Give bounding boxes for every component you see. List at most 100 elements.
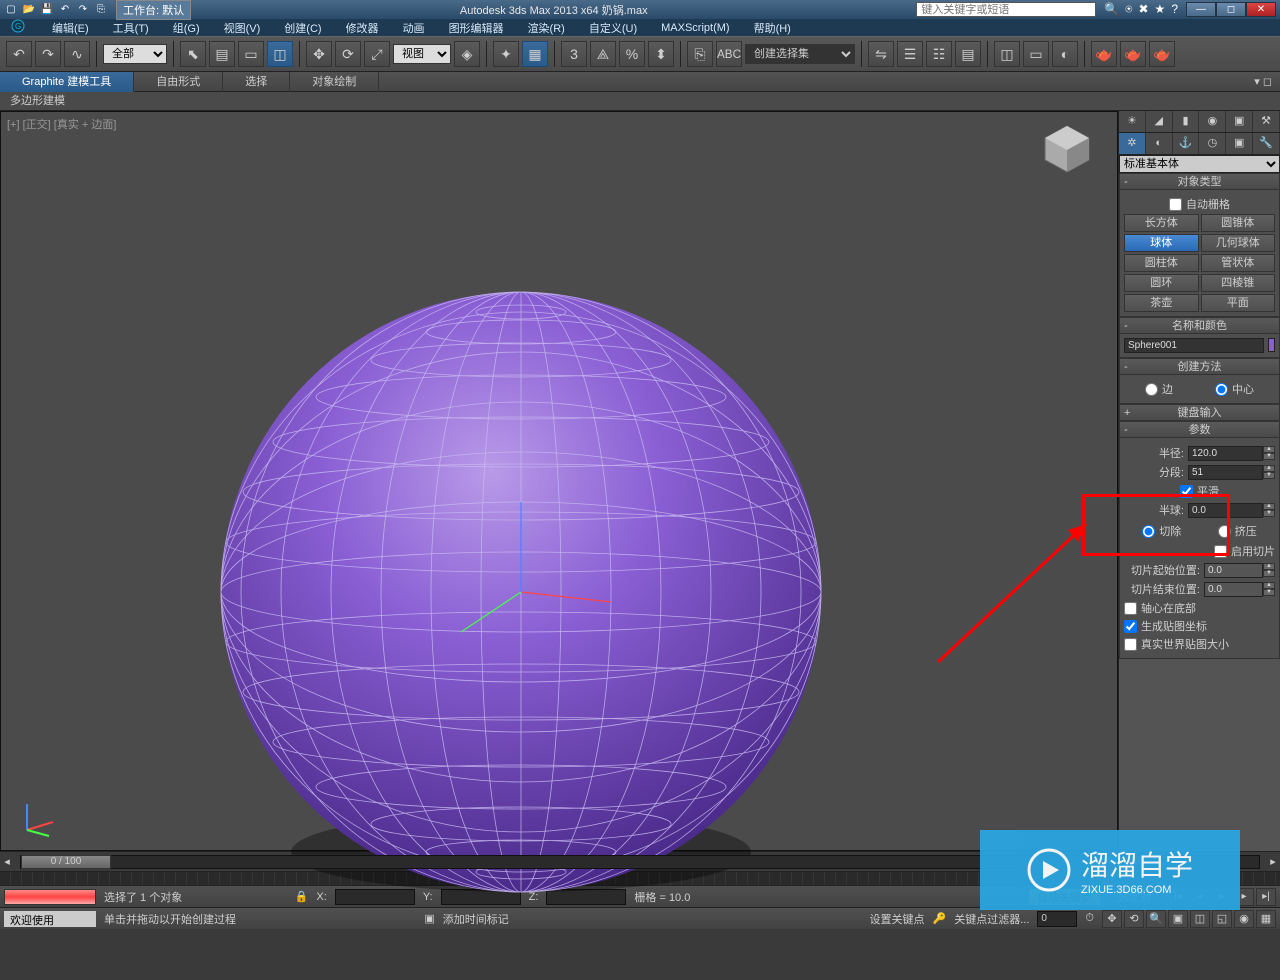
- layers-button[interactable]: ☷: [926, 41, 952, 67]
- move-button[interactable]: ✥: [306, 41, 332, 67]
- geosphere-button[interactable]: 几何球体: [1201, 234, 1276, 252]
- redo-icon[interactable]: ↷: [76, 3, 90, 17]
- maximize-button[interactable]: ◻: [1216, 2, 1246, 17]
- new-icon[interactable]: ▢: [4, 3, 18, 17]
- help-search-input[interactable]: [916, 2, 1096, 17]
- window-crossing-button[interactable]: ◫: [267, 41, 293, 67]
- menu-rendering[interactable]: 渲染(R): [516, 20, 577, 36]
- favorite-icon[interactable]: ★: [1155, 2, 1166, 17]
- named-selection-dropdown[interactable]: 创建选择集: [745, 44, 855, 64]
- current-frame-input[interactable]: [1037, 911, 1077, 927]
- fov-button[interactable]: ◫: [1190, 910, 1210, 928]
- link-icon[interactable]: ⎘: [94, 3, 108, 17]
- mirror-button[interactable]: ⇋: [868, 41, 894, 67]
- time-slider-left[interactable]: ◂: [0, 855, 14, 868]
- time-config-icon[interactable]: ⏱: [1085, 912, 1094, 925]
- menu-customize[interactable]: 自定义(U): [577, 20, 649, 36]
- save-icon[interactable]: 💾: [40, 3, 54, 17]
- hierarchy-tab[interactable]: ⚓: [1173, 133, 1200, 154]
- menu-views[interactable]: 视图(V): [212, 20, 273, 36]
- viewport-label[interactable]: [+] [正交] [真实 + 边面]: [7, 116, 116, 132]
- timeline-minitrack[interactable]: [4, 889, 96, 905]
- teapot-button[interactable]: 茶壶: [1124, 294, 1199, 312]
- close-button[interactable]: ✕: [1246, 2, 1276, 17]
- select-object-button[interactable]: ⬉: [180, 41, 206, 67]
- motion-tab[interactable]: ◷: [1199, 133, 1226, 154]
- segments-spinner[interactable]: ▲▼: [1263, 465, 1275, 479]
- undo-icon[interactable]: ↶: [58, 3, 72, 17]
- menu-create[interactable]: 创建(C): [272, 20, 333, 36]
- slice-on-checkbox[interactable]: [1214, 545, 1227, 558]
- render-button[interactable]: 🫖: [1149, 41, 1175, 67]
- zoom-button[interactable]: 🔍: [1146, 910, 1166, 928]
- real-world-checkbox[interactable]: [1124, 638, 1137, 651]
- schematic-button[interactable]: ▭: [1023, 41, 1049, 67]
- search-icon[interactable]: 🔍: [1104, 2, 1119, 17]
- orbit-button[interactable]: ◉: [1234, 910, 1254, 928]
- lighting-icon[interactable]: ☀: [1119, 111, 1146, 132]
- gen-uv-checkbox[interactable]: [1124, 620, 1137, 633]
- ref-coord-dropdown[interactable]: 视图: [393, 44, 451, 64]
- angle-snap-button[interactable]: ⟁: [590, 41, 616, 67]
- pyramid-button[interactable]: 四棱锥: [1201, 274, 1276, 292]
- scale-button[interactable]: ⤢: [364, 41, 390, 67]
- select-manip-button[interactable]: ✦: [493, 41, 519, 67]
- radius-input[interactable]: [1188, 446, 1263, 461]
- frame-icon[interactable]: ▣: [1226, 111, 1253, 132]
- ribbon-tab-paint[interactable]: 对象绘制: [290, 72, 379, 92]
- selection-filter-dropdown[interactable]: 全部: [103, 44, 167, 64]
- menu-maxscript[interactable]: MAXScript(M): [649, 22, 741, 34]
- add-time-tag[interactable]: 添加时间标记: [443, 911, 509, 927]
- undo-button[interactable]: ↶: [6, 41, 32, 67]
- render-setup-button[interactable]: 🫖: [1091, 41, 1117, 67]
- center-radio[interactable]: [1215, 383, 1228, 396]
- workspace-selector[interactable]: 工作台: 默认: [116, 0, 191, 20]
- bookmark-icon[interactable]: ▮: [1173, 111, 1200, 132]
- chop-radio[interactable]: [1142, 525, 1155, 538]
- squash-radio[interactable]: [1218, 525, 1231, 538]
- signin-icon[interactable]: ⍟: [1125, 2, 1132, 17]
- view-icon[interactable]: ◉: [1199, 111, 1226, 132]
- smooth-checkbox[interactable]: [1180, 485, 1193, 498]
- hemisphere-spinner[interactable]: ▲▼: [1263, 503, 1275, 517]
- key-filter-button[interactable]: 关键点过滤器...: [954, 911, 1029, 927]
- object-color-swatch[interactable]: [1268, 338, 1275, 352]
- select-rect-button[interactable]: ▭: [238, 41, 264, 67]
- layer-manager-button[interactable]: ▤: [955, 41, 981, 67]
- sphere-object[interactable]: [211, 282, 831, 902]
- exposure-icon[interactable]: ◢: [1146, 111, 1173, 132]
- radius-spinner[interactable]: ▲▼: [1263, 446, 1275, 460]
- cone-button[interactable]: 圆锥体: [1201, 214, 1276, 232]
- hemisphere-input[interactable]: [1188, 503, 1263, 518]
- snap-2d-button[interactable]: 3: [561, 41, 587, 67]
- plane-button[interactable]: 平面: [1201, 294, 1276, 312]
- max-toggle-button[interactable]: ◱: [1212, 910, 1232, 928]
- goto-end-button[interactable]: ▸|: [1256, 888, 1276, 906]
- utilities-tab[interactable]: 🔧: [1253, 133, 1280, 154]
- keyboard-shortcut-button[interactable]: ▦: [522, 41, 548, 67]
- viewport[interactable]: [+] [正交] [真实 + 边面]: [0, 111, 1118, 851]
- menu-animation[interactable]: 动画: [391, 20, 437, 36]
- ribbon-tab-freeform[interactable]: 自由形式: [134, 72, 223, 92]
- use-center-button[interactable]: ◈: [454, 41, 480, 67]
- key-filters-icon[interactable]: 🔑: [933, 912, 947, 925]
- ribbon-minimize-button[interactable]: ▾ ◻: [1246, 75, 1280, 88]
- app-icon[interactable]: G: [10, 19, 40, 36]
- rollout-parameters[interactable]: -参数: [1119, 421, 1280, 438]
- arc-rotate-button[interactable]: ⟲: [1124, 910, 1144, 928]
- rollout-name-color[interactable]: -名称和颜色: [1119, 317, 1280, 334]
- category-dropdown[interactable]: 标准基本体: [1119, 155, 1280, 173]
- setkey-button[interactable]: 设置关键点: [870, 911, 925, 927]
- align-button[interactable]: ☰: [897, 41, 923, 67]
- percent-snap-button[interactable]: %: [619, 41, 645, 67]
- rotate-button[interactable]: ⟳: [335, 41, 361, 67]
- curve-editor-button[interactable]: ◫: [994, 41, 1020, 67]
- edit-named-sel-button[interactable]: ⎘: [687, 41, 713, 67]
- minimize-button[interactable]: —: [1186, 2, 1216, 17]
- autogrid-checkbox[interactable]: [1169, 198, 1182, 211]
- select-name-button[interactable]: ▤: [209, 41, 235, 67]
- base-pivot-checkbox[interactable]: [1124, 602, 1137, 615]
- spinner-snap-button[interactable]: ⬍: [648, 41, 674, 67]
- menu-modifiers[interactable]: 修改器: [334, 20, 391, 36]
- rollout-creation-method[interactable]: -创建方法: [1119, 358, 1280, 375]
